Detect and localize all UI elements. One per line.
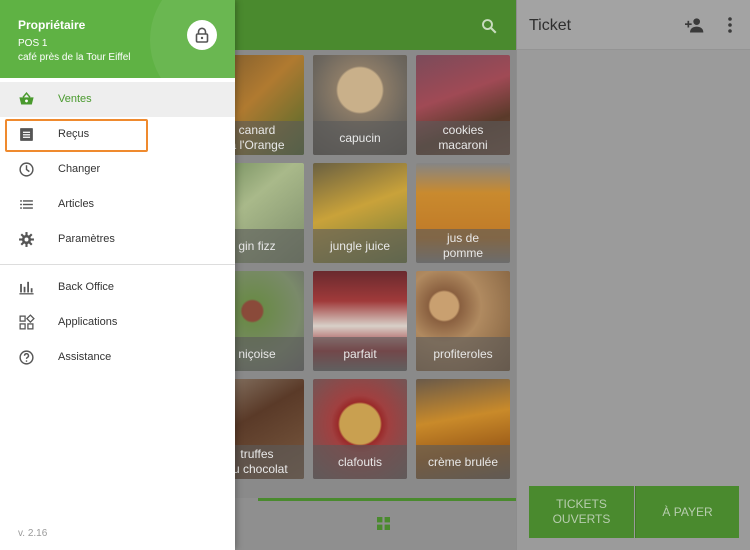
product-tile[interactable]: jungle juice [313, 163, 407, 263]
drawer-header: Propriétaire POS 1 café près de la Tour … [0, 0, 235, 78]
menu-item-assistance[interactable]: Assistance [0, 340, 235, 375]
menu-item-label: Articles [58, 198, 95, 210]
pos-name: POS 1 [18, 38, 48, 49]
product-tile[interactable]: clafoutis [313, 379, 407, 479]
menu-item-label: Back Office [58, 281, 115, 293]
product-tile[interactable]: parfait [313, 271, 407, 371]
menu-divider [0, 264, 235, 265]
menu-item-ventes[interactable]: Ventes [0, 82, 235, 117]
lock-button[interactable] [187, 20, 217, 50]
product-tile[interactable]: crème brulée [416, 379, 510, 479]
product-tile[interactable]: capucin [313, 55, 407, 155]
store-name: café près de la Tour Eiffel [18, 52, 131, 63]
navigation-drawer: Propriétaire POS 1 café près de la Tour … [0, 0, 235, 550]
lock-icon [195, 27, 209, 43]
app-version: v. 2.16 [18, 528, 48, 539]
product-label: cookies macaroni [416, 121, 510, 155]
ticket-title: Ticket [529, 17, 572, 34]
product-label: parfait [313, 337, 407, 371]
product-tile[interactable]: jus de pomme [416, 163, 510, 263]
ticket-panel: Ticket TICKETS OUVERTS À PAYER [516, 0, 750, 550]
help-icon [19, 350, 34, 365]
product-label: profiteroles [416, 337, 510, 371]
product-tile[interactable]: profiteroles [416, 271, 510, 371]
product-label: capucin [313, 121, 407, 155]
clock-icon [19, 162, 34, 177]
account-name: Propriétaire [18, 18, 86, 32]
menu-item-label: Assistance [58, 351, 112, 363]
apps-icon [19, 314, 35, 330]
product-label: jungle juice [313, 229, 407, 263]
menu-item-label: Ventes [58, 93, 92, 105]
menu-item-label: Paramètres [58, 233, 115, 245]
product-label: crème brulée [416, 445, 510, 479]
menu-item-applications[interactable]: Applications [0, 305, 235, 340]
more-vert-icon[interactable] [725, 16, 735, 34]
menu-item-back-office[interactable]: Back Office [0, 270, 235, 305]
open-tickets-button[interactable]: TICKETS OUVERTS [529, 486, 634, 538]
menu-item-changer[interactable]: Changer [0, 152, 235, 187]
grid-view-icon[interactable] [377, 517, 390, 530]
list-icon [20, 200, 33, 209]
add-customer-icon[interactable] [685, 16, 705, 34]
gear-icon [19, 232, 34, 247]
basket-icon [19, 92, 34, 105]
selection-highlight [5, 119, 148, 152]
product-label: jus de pomme [416, 229, 510, 263]
menu-item-label: Changer [58, 163, 101, 175]
product-tile[interactable]: cookies macaroni [416, 55, 510, 155]
menu-item-articles[interactable]: Articles [0, 187, 235, 222]
bar-chart-icon [19, 281, 34, 295]
product-label: clafoutis [313, 445, 407, 479]
active-tab-indicator [258, 498, 516, 501]
menu-item-parametres[interactable]: Paramètres [0, 222, 235, 257]
menu-item-label: Applications [58, 316, 118, 328]
pay-button[interactable]: À PAYER [635, 486, 739, 538]
ticket-toolbar: Ticket [517, 0, 750, 50]
search-icon[interactable] [480, 17, 498, 35]
